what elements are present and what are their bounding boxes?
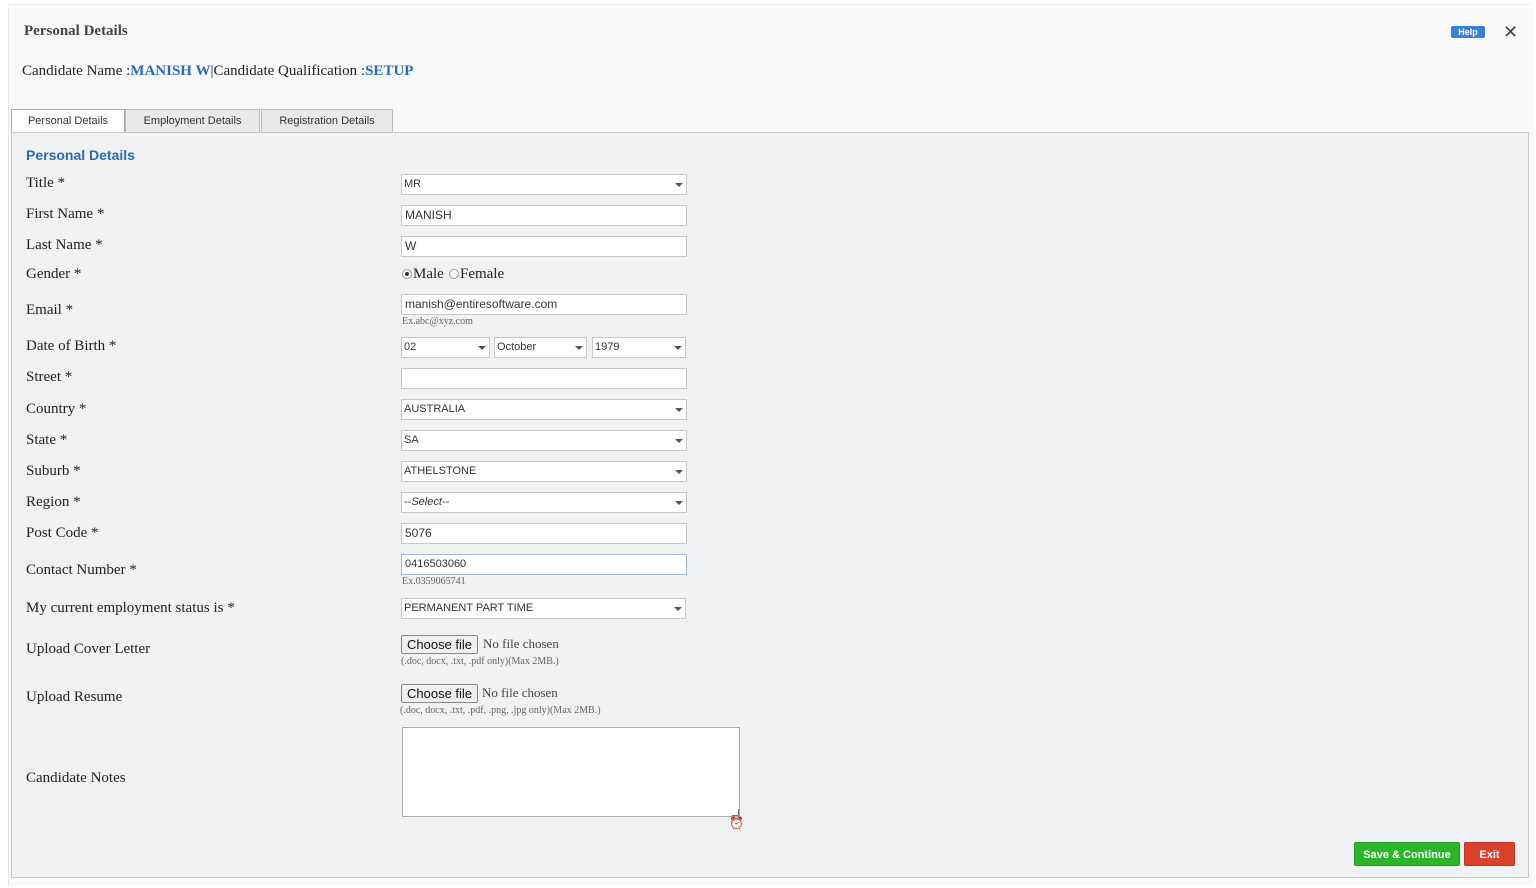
state-label: State * [26,432,68,448]
title-select[interactable]: MR [401,174,687,195]
street-label: Street * [26,369,73,385]
country-select-value: AUSTRALIA [404,403,466,415]
close-icon[interactable]: ✕ [1503,22,1518,43]
tab-employment-details[interactable]: Employment Details [125,109,260,132]
dialog-title: Personal Details [24,23,128,39]
contact-number-label: Contact Number * [26,562,137,578]
chevron-down-icon [674,607,682,611]
gender-label: Gender * [26,266,82,282]
chevron-down-icon [675,439,683,443]
first-name-input[interactable]: MANISH [401,205,687,226]
contact-number-hint: Ex.0359065741 [402,576,466,587]
dob-day-value: 02 [404,341,417,353]
candidate-info: Candidate Name :MANISH W|Candidate Quali… [22,63,413,80]
chevron-down-icon [675,183,683,187]
candidate-qualification: SETUP [365,63,414,79]
cover-letter-status: No file chosen [483,636,559,651]
candidate-name: MANISH W [130,63,211,79]
first-name-label: First Name * [26,206,105,222]
chevron-down-icon [674,346,682,350]
help-button[interactable]: Help [1451,26,1485,38]
dob-year-value: 1979 [595,341,620,353]
region-select[interactable]: --Select-- [401,492,687,513]
exit-button[interactable]: Exit [1464,842,1515,866]
employment-status-select[interactable]: PERMANENT PART TIME [401,598,686,619]
cover-letter-choose-button[interactable]: Choose file [401,635,479,654]
candidate-notes-label: Candidate Notes [26,770,126,786]
title-label: Title * [26,175,66,191]
email-label: Email * [26,302,74,318]
resize-grip-icon[interactable] [732,809,739,816]
post-code-input[interactable]: 5076 [401,523,687,544]
tab-personal-details[interactable]: Personal Details [11,109,125,133]
region-select-value: --Select-- [404,496,450,508]
save-continue-button[interactable]: Save & Continue [1354,842,1460,866]
candidate-name-label: Candidate Name : [22,63,131,79]
dob-year-select[interactable]: 1979 [592,337,686,358]
region-label: Region * [26,494,81,510]
personal-details-panel: Personal Details Title * MR First Name *… [11,132,1529,878]
dob-label: Date of Birth * [26,338,117,354]
gender-male-radio[interactable] [402,269,412,279]
email-input[interactable]: manish@entiresoftware.com [401,294,687,315]
resume-hint: (.doc, docx, .txt, .pdf, .png, .jpg only… [400,705,601,716]
email-hint: Ex.abc@xyz.com [402,316,473,327]
gender-female-label: Female [460,266,505,282]
chevron-down-icon [675,470,683,474]
country-select[interactable]: AUSTRALIA [401,399,687,420]
dob-month-value: October [497,341,537,353]
alarm-clock-icon[interactable]: ⏰ [729,816,744,830]
gender-male-label: Male [413,266,444,282]
section-title: Personal Details [26,147,135,163]
tab-registration-details[interactable]: Registration Details [261,109,393,132]
chevron-down-icon [478,346,486,350]
suburb-label: Suburb * [26,463,81,479]
chevron-down-icon [675,501,683,505]
title-select-value: MR [404,178,422,190]
cover-letter-label: Upload Cover Letter [26,641,151,657]
chevron-down-icon [575,346,583,350]
gender-female-radio[interactable] [449,269,459,279]
last-name-label: Last Name * [26,237,103,253]
dob-day-select[interactable]: 02 [401,337,490,358]
candidate-notes-textarea[interactable] [402,727,740,817]
cover-letter-hint: (.doc, docx, .txt, .pdf only)(Max 2MB.) [401,656,559,667]
personal-details-dialog: Personal Details Help ✕ Candidate Name :… [8,8,1534,886]
street-input[interactable] [401,368,687,389]
country-label: Country * [26,401,87,417]
state-select[interactable]: SA [401,430,687,451]
dob-month-select[interactable]: October [494,337,587,358]
candidate-qualification-label: Candidate Qualification : [213,63,366,79]
suburb-select-value: ATHELSTONE [404,465,477,477]
state-select-value: SA [404,434,419,446]
resume-choose-button[interactable]: Choose file [401,684,479,703]
post-code-label: Post Code * [26,525,99,541]
employment-status-label: My current employment status is * [26,600,235,616]
contact-number-input[interactable]: 0416503060 [401,554,687,575]
resume-label: Upload Resume [26,689,123,705]
suburb-select[interactable]: ATHELSTONE [401,461,687,482]
employment-status-value: PERMANENT PART TIME [404,602,534,614]
resume-status: No file chosen [482,685,558,700]
last-name-input[interactable]: W [401,236,687,257]
top-divider [8,4,1530,5]
chevron-down-icon [675,408,683,412]
